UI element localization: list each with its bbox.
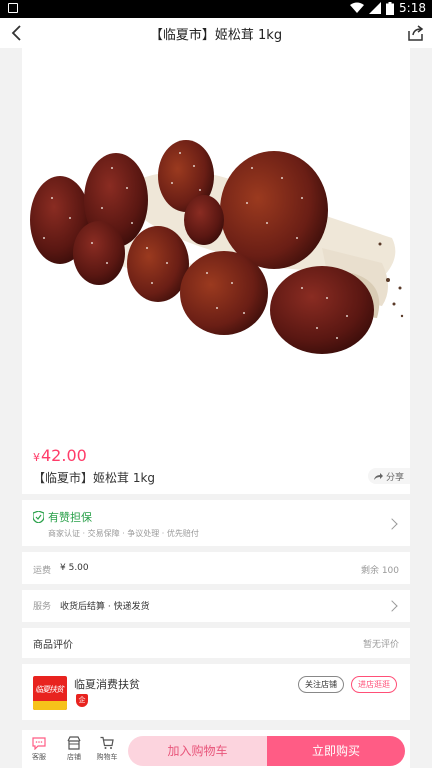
- customer-service-label: 客服: [32, 753, 46, 761]
- cart-label: 购物车: [96, 753, 118, 761]
- follow-shop-button[interactable]: 关注店铺: [298, 676, 344, 693]
- status-bar: 5:18: [0, 0, 432, 18]
- share-icon[interactable]: [406, 23, 426, 43]
- shipping-row: 运费 ¥ 5.00 剩余 100: [22, 552, 410, 584]
- chevron-right-icon: [386, 600, 398, 612]
- cart-nav-button[interactable]: 购物车: [92, 736, 122, 762]
- add-to-cart-button[interactable]: 加入购物车: [128, 736, 267, 766]
- chevron-right-icon: [386, 518, 398, 530]
- guarantee-section[interactable]: 有赞担保 商家认证 · 交易保障 · 争议处理 · 优先赔付: [22, 500, 410, 546]
- clock: 5:18: [399, 1, 426, 15]
- currency-symbol: ¥: [33, 451, 40, 464]
- notification-icon: [8, 3, 18, 13]
- page-title: 【临夏市】姬松茸 1kg: [149, 28, 283, 43]
- store-button[interactable]: 店铺: [59, 736, 89, 762]
- chat-icon: [32, 737, 46, 750]
- price-value: 42.00: [41, 446, 87, 465]
- shield-icon: [33, 511, 44, 523]
- guarantee-title: 有赞担保: [48, 511, 92, 524]
- guarantee-subtitle: 商家认证 · 交易保障 · 争议处理 · 优先赔付: [48, 529, 199, 538]
- service-row[interactable]: 服务 收货后结算 · 快递发货: [22, 590, 410, 622]
- shop-logo-text: 临夏扶贫: [35, 685, 64, 694]
- review-title: 商品评价: [33, 640, 73, 651]
- review-status: 暂无评价: [362, 640, 399, 650]
- cart-icon: [100, 736, 114, 749]
- share-label: 分享: [385, 472, 404, 483]
- store-label: 店铺: [67, 753, 81, 761]
- shop-logo[interactable]: 临夏扶贫: [33, 676, 67, 710]
- share-button[interactable]: 分享: [367, 468, 410, 484]
- bottom-action-bar: 客服 店铺 购物车 加入购物车 立即购买: [22, 730, 410, 768]
- enter-shop-button[interactable]: 进店逛逛: [351, 676, 397, 693]
- customer-service-button[interactable]: 客服: [24, 736, 54, 762]
- guarantee-title-row: 有赞担保: [33, 509, 92, 525]
- stock-remaining: 剩余 100: [360, 566, 399, 576]
- enterprise-badge-icon: 企: [76, 694, 88, 707]
- product-image[interactable]: [22, 48, 410, 438]
- signal-icon: [369, 2, 382, 14]
- product-name: 【临夏市】姬松茸 1kg: [33, 471, 156, 485]
- nav-bar: 【临夏市】姬松茸 1kg: [0, 18, 432, 48]
- buy-now-button[interactable]: 立即购买: [267, 736, 405, 766]
- back-arrow-icon[interactable]: [6, 22, 28, 44]
- mushroom-photo: [30, 140, 404, 354]
- shipping-value: ¥ 5.00: [60, 563, 89, 573]
- status-icons: 5:18: [350, 1, 426, 15]
- product-price: ¥42.00: [33, 446, 87, 465]
- price-section: ¥42.00 【临夏市】姬松茸 1kg 分享: [22, 438, 410, 494]
- share-arrow-icon: [373, 472, 383, 480]
- shop-logo-band: [33, 701, 67, 710]
- wifi-icon: [350, 2, 365, 13]
- shop-name[interactable]: 临夏消费扶贫: [74, 676, 140, 692]
- review-section[interactable]: 商品评价 暂无评价: [22, 628, 410, 658]
- shipping-label: 运费: [33, 566, 52, 576]
- shop-section: 临夏扶贫 临夏消费扶贫 企 关注店铺 进店逛逛: [22, 664, 410, 720]
- store-icon: [67, 736, 81, 750]
- service-label: 服务: [33, 602, 52, 612]
- battery-icon: [386, 1, 395, 15]
- service-value: 收货后结算 · 快递发货: [60, 602, 150, 612]
